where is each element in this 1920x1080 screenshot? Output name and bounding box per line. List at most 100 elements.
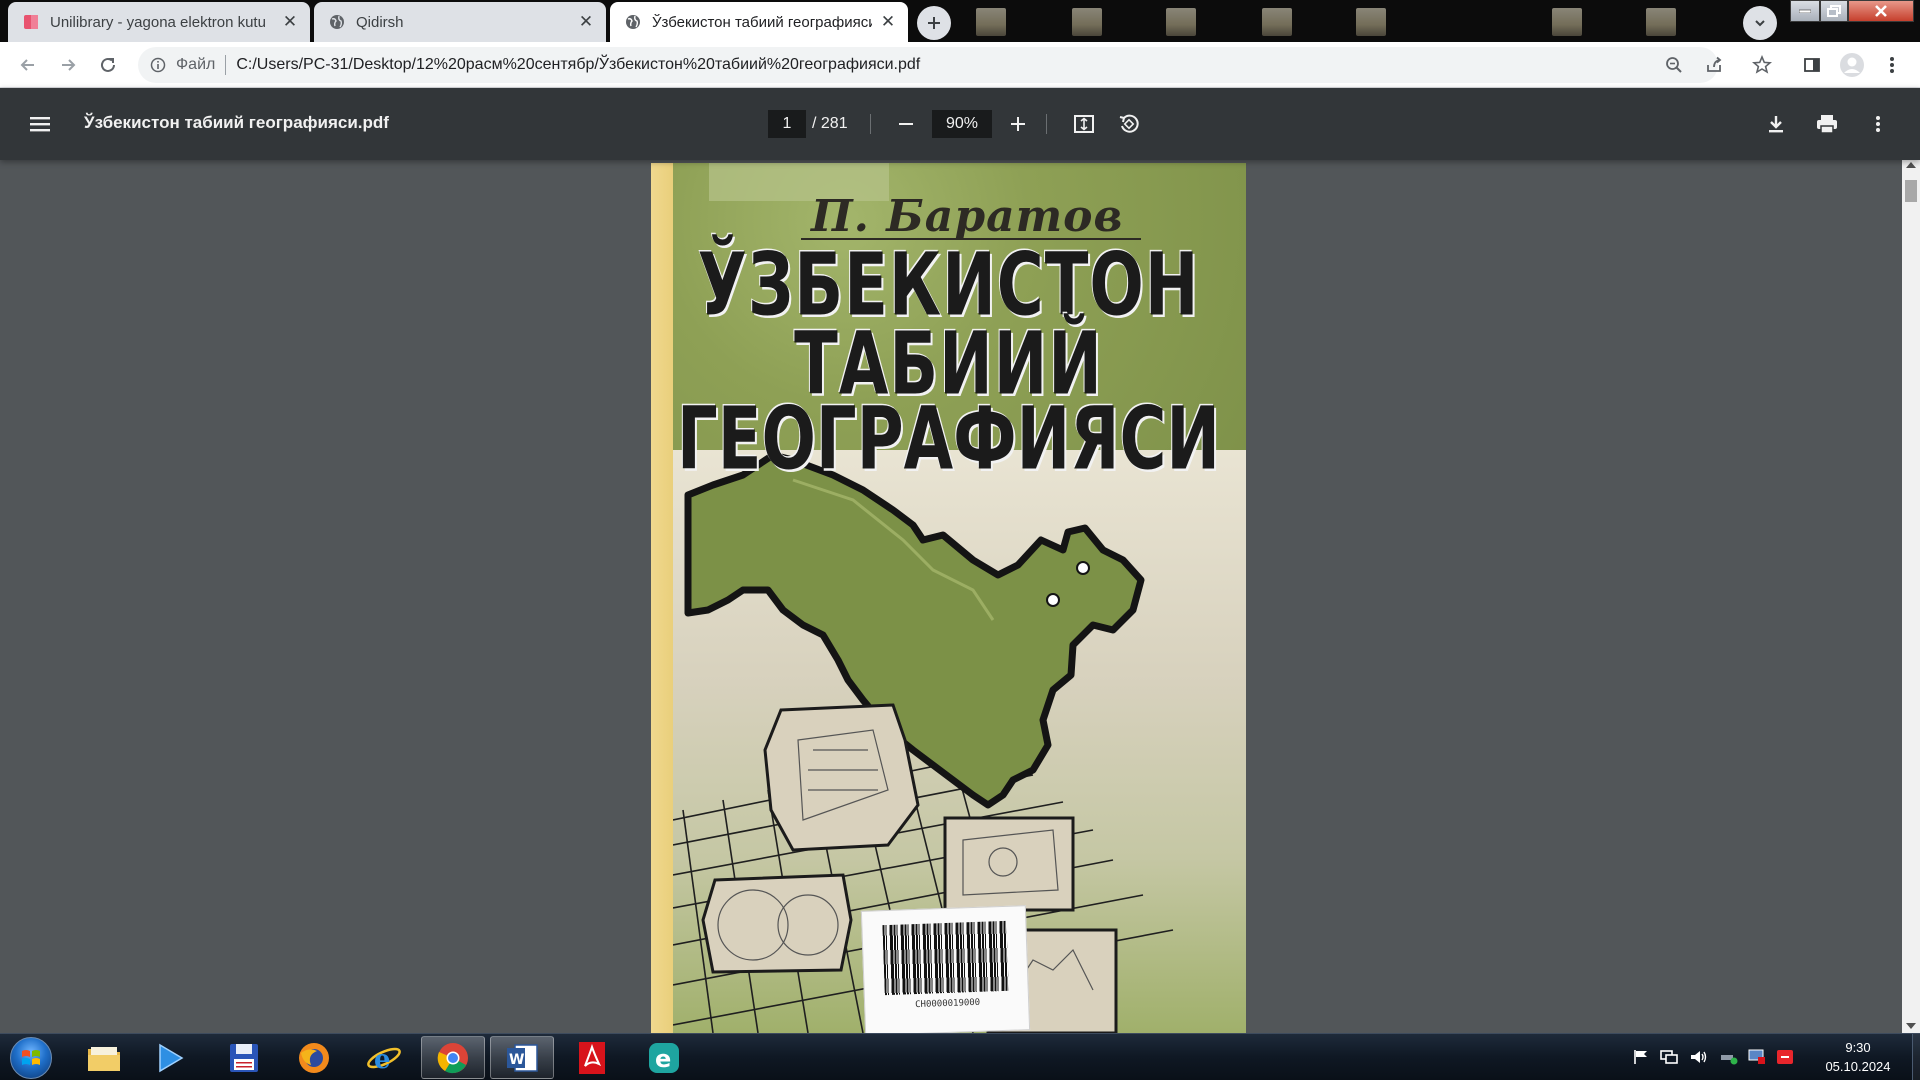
taskbar-save-app[interactable] (212, 1036, 276, 1079)
system-clock[interactable]: 9:30 05.10.2024 (1808, 1038, 1908, 1076)
firefox-icon (299, 1042, 329, 1073)
folder-icon (88, 1046, 120, 1071)
window-minimize-button[interactable] (1790, 0, 1820, 22)
taskbar-explorer[interactable] (72, 1036, 136, 1079)
play-icon (159, 1043, 184, 1072)
vertical-scrollbar[interactable] (1902, 160, 1920, 1033)
rotate-button[interactable] (1115, 110, 1143, 138)
reload-icon (101, 57, 115, 72)
desktop-background-tile (1166, 8, 1196, 36)
safely-remove-hardware-icon[interactable] (1720, 1048, 1738, 1066)
reload-button[interactable] (92, 49, 124, 81)
url-text[interactable]: C:/Users/PC-31/Desktop/12%20расм%20сентя… (236, 56, 920, 74)
tab-close-icon[interactable]: ✕ (280, 12, 300, 32)
barcode-number: CH0000019000 (914, 997, 981, 1011)
divider (225, 55, 227, 75)
plus-icon (928, 17, 940, 29)
star-icon (1752, 55, 1772, 74)
pdf-viewport[interactable]: П. Баратов ЎЗБЕКИСТОН ТАБИИЙ ГЕОГРАФИЯСИ… (0, 160, 1920, 1033)
action-center-flag-icon[interactable] (1632, 1048, 1650, 1066)
arrow-left-icon (20, 59, 34, 71)
zoom-out-button[interactable] (892, 110, 920, 138)
network-icon[interactable] (1660, 1048, 1678, 1066)
print-button[interactable] (1813, 110, 1841, 138)
word-icon: W (507, 1043, 538, 1072)
taskbar-media-player[interactable] (138, 1036, 202, 1079)
security-alert-icon[interactable] (1776, 1048, 1794, 1066)
start-button[interactable] (10, 1037, 52, 1079)
window-restore-button[interactable] (1820, 0, 1848, 22)
minus-icon (899, 123, 913, 125)
scheme-label: Файл (176, 56, 216, 73)
tab-title: Unilibrary - yagona elektron kutu (50, 13, 266, 31)
share-icon[interactable] (1700, 51, 1728, 79)
back-button[interactable] (12, 49, 44, 81)
tab-unilibrary[interactable]: Unilibrary - yagona elektron kutu ✕ (8, 2, 310, 42)
plus-icon (1011, 117, 1025, 131)
zoom-in-button[interactable] (1004, 110, 1032, 138)
desktop-background-tile (1356, 8, 1386, 36)
profile-button[interactable] (1836, 49, 1868, 81)
browser-menu-button[interactable] (1876, 49, 1908, 81)
window-close-button[interactable] (1848, 0, 1914, 22)
floppy-disk-icon (230, 1043, 258, 1072)
taskbar-firefox[interactable] (282, 1036, 346, 1079)
tab-qidirsh[interactable]: Qidirsh ✕ (314, 2, 606, 42)
forward-button[interactable] (52, 49, 84, 81)
arrow-right-icon (62, 59, 76, 71)
globe-icon (328, 13, 346, 31)
hamburger-menu-icon (30, 117, 50, 132)
new-tab-button[interactable] (917, 6, 951, 40)
scrollbar-thumb[interactable] (1905, 180, 1917, 202)
pdf-file-title: Ўзбекистон табиий географияси.pdf (84, 113, 389, 132)
close-icon (1875, 5, 1887, 17)
unilibrary-favicon-icon (22, 13, 40, 31)
page-number-input[interactable]: 1 (768, 110, 806, 138)
barcode-bars (882, 920, 1009, 996)
svg-text:e: e (655, 1045, 671, 1073)
side-panel-button[interactable] (1796, 49, 1828, 81)
info-icon[interactable] (148, 55, 168, 75)
pdf-more-button[interactable] (1864, 110, 1892, 138)
tab-current-pdf[interactable]: Ўзбекистон табиий географияси ✕ (610, 2, 908, 42)
taskbar-word[interactable]: W (490, 1036, 554, 1079)
taskbar-edge[interactable]: e (632, 1036, 696, 1079)
taskbar-chrome[interactable] (421, 1036, 485, 1079)
show-desktop-button[interactable] (1912, 1034, 1920, 1080)
tab-close-icon[interactable]: ✕ (878, 12, 898, 32)
tab-search-button[interactable] (1743, 6, 1777, 40)
download-icon (1769, 116, 1783, 133)
desktop-background-tile (976, 8, 1006, 36)
svg-text:W: W (509, 1052, 524, 1068)
volume-icon[interactable] (1690, 1048, 1708, 1066)
taskbar-internet-explorer[interactable]: e (352, 1036, 416, 1079)
rotate-icon (1119, 114, 1139, 133)
tab-close-icon[interactable]: ✕ (576, 12, 596, 32)
windows-logo-icon (22, 1050, 40, 1065)
browser-toolbar: Файл C:/Users/PC-31/Desktop/12%20расм%20… (0, 42, 1920, 88)
acrobat-pdf-icon (579, 1041, 605, 1074)
avatar-icon (1840, 53, 1864, 77)
svg-text:e: e (374, 1045, 391, 1075)
pdf-sidebar-toggle[interactable] (26, 110, 54, 138)
print-icon (1817, 115, 1837, 134)
fit-to-page-button[interactable] (1070, 110, 1098, 138)
cover-author: П. Баратов (811, 191, 1124, 242)
scroll-up-arrow-icon[interactable] (1906, 162, 1916, 168)
taskbar-acrobat[interactable] (560, 1036, 624, 1079)
display-icon[interactable] (1748, 1048, 1766, 1066)
clock-time: 9:30 (1845, 1040, 1871, 1055)
zoom-icon[interactable] (1660, 51, 1688, 79)
address-bar[interactable]: Файл C:/Users/PC-31/Desktop/12%20расм%20… (138, 47, 1722, 83)
scroll-down-arrow-icon[interactable] (1906, 1023, 1916, 1029)
download-button[interactable] (1762, 110, 1790, 138)
more-vert-icon (1890, 57, 1894, 73)
more-vert-icon (1876, 116, 1880, 132)
tab-title: Qidirsh (356, 13, 404, 31)
windows-taskbar: e W e 9:30 05.10.2024 (0, 1033, 1920, 1080)
desktop-background-tile (1262, 8, 1292, 36)
fit-page-icon (1074, 115, 1094, 133)
zoom-level-input[interactable]: 90% (932, 110, 992, 138)
bookmark-star-button[interactable] (1746, 49, 1778, 81)
divider (1046, 114, 1047, 134)
